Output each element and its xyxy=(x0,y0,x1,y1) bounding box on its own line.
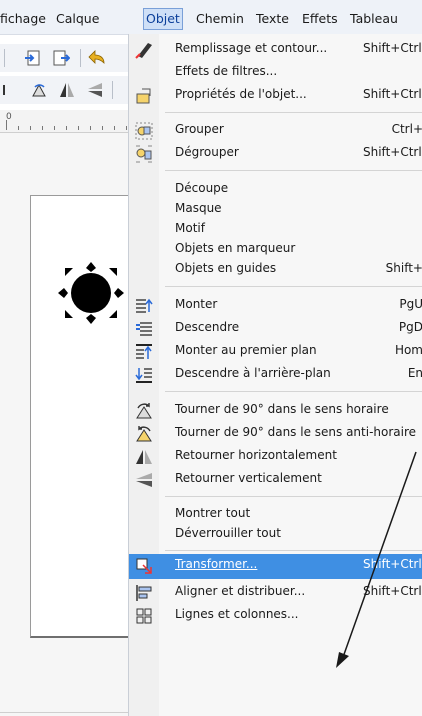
annotation-arrow xyxy=(336,451,417,668)
